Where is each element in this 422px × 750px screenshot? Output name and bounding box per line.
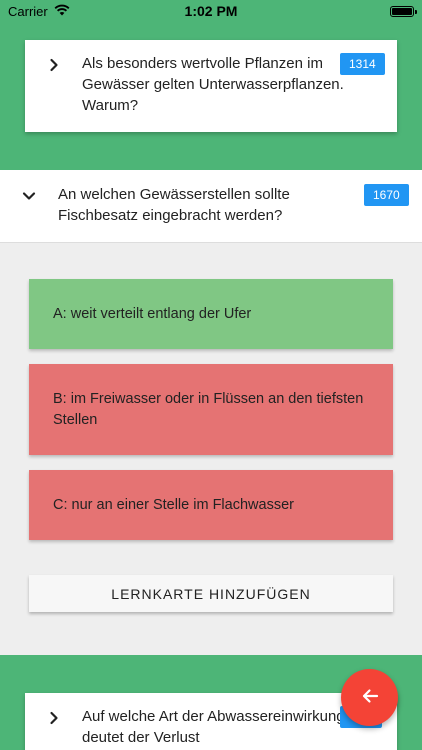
question-number-badge: 1670	[364, 184, 409, 206]
question-card-1670[interactable]: An welchen Gewässerstellen sollte Fischb…	[0, 170, 422, 242]
answer-a[interactable]: A: weit verteilt entlang der Ufer	[29, 279, 393, 349]
answer-b[interactable]: B: im Freiwasser oder in Flüssen an den …	[29, 364, 393, 455]
answer-label: C: nur an einer Stelle im Flachwasser	[53, 496, 294, 513]
answers-panel: A: weit verteilt entlang der Ufer B: im …	[0, 242, 422, 655]
answer-label: A: weit verteilt entlang der Ufer	[53, 305, 252, 322]
arrow-left-icon	[360, 686, 380, 709]
chevron-down-icon	[18, 185, 40, 207]
wifi-icon	[54, 4, 70, 19]
question-text: Auf welche Art der Abwassereinwirkung de…	[82, 708, 345, 746]
battery-icon	[390, 5, 417, 17]
status-left: Carrier	[8, 4, 70, 19]
question-text: Als besonders wertvolle Pflanzen im Gewä…	[82, 55, 344, 114]
answer-label: B: im Freiwasser oder in Flüssen an den …	[53, 390, 364, 428]
chevron-right-icon	[43, 54, 65, 76]
question-number-badge: 1314	[340, 53, 385, 75]
back-fab-button[interactable]	[341, 669, 398, 726]
carrier-label: Carrier	[8, 3, 48, 19]
chevron-right-icon	[43, 707, 65, 729]
add-flashcard-button[interactable]: LERNKARTE HINZUFÜGEN	[29, 575, 393, 612]
question-text: An welchen Gewässerstellen sollte Fischb…	[58, 186, 290, 224]
status-bar: Carrier 1:02 PM	[0, 0, 422, 22]
answer-c[interactable]: C: nur an einer Stelle im Flachwasser	[29, 470, 393, 540]
question-card-1314[interactable]: Als besonders wertvolle Pflanzen im Gewä…	[25, 40, 397, 132]
